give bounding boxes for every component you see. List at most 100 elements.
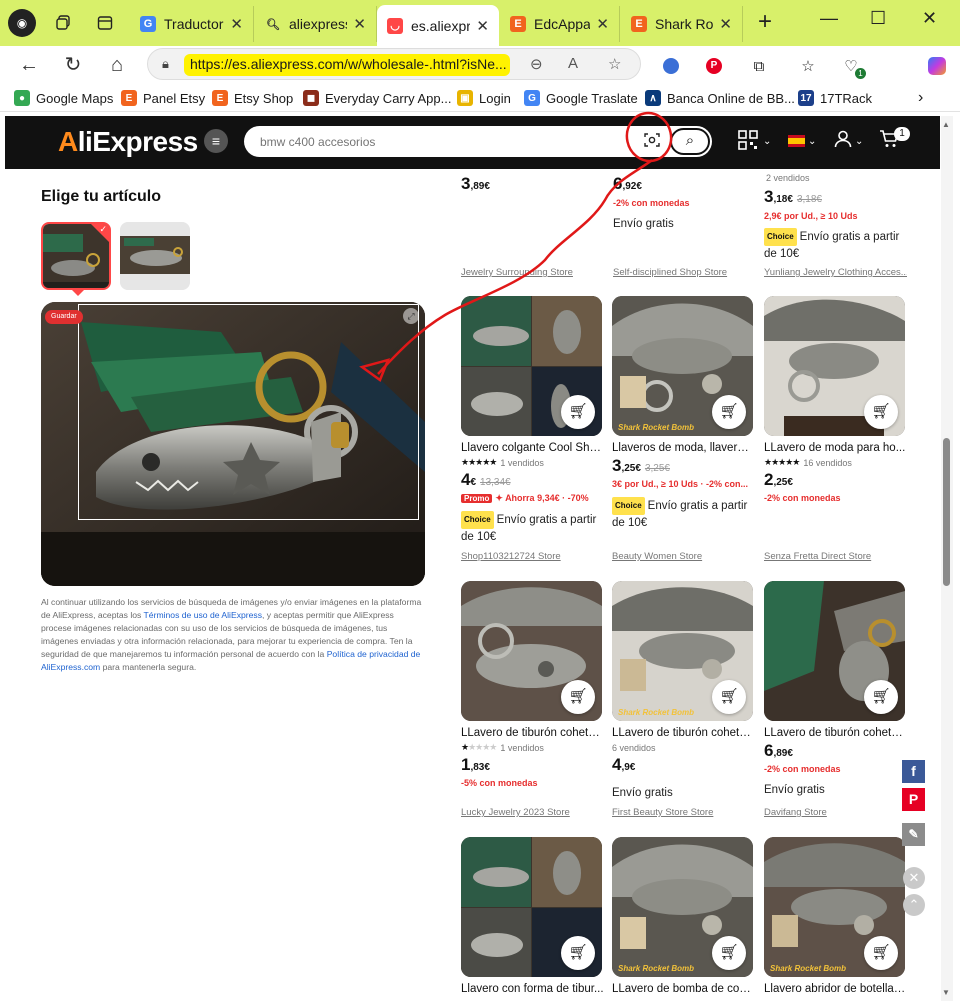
bookmark-google-maps[interactable]: ● Google Maps [14, 88, 113, 108]
product-title[interactable]: LLavero de bomba de cohe... [612, 983, 755, 995]
close-icon[interactable]: ✕ [903, 867, 925, 889]
tab-actions-icon[interactable] [91, 9, 119, 37]
bookmark-17track[interactable]: 17 17TRack [798, 88, 872, 108]
product-image[interactable]: Shark Rocket Bomb 🛒︎ [612, 581, 753, 721]
tab-edcapparat[interactable]: E EdcApparat ✕ [500, 6, 620, 42]
add-to-cart-button[interactable]: 🛒︎ [864, 395, 898, 429]
save-badge[interactable]: Guardar [45, 310, 83, 324]
address-bar[interactable]: 🔒︎ https://es.aliexpress.com/w/wholesale… [147, 48, 641, 80]
extensions-icon[interactable]: ⧉ [748, 55, 770, 77]
add-to-cart-button[interactable]: 🛒︎ [864, 936, 898, 970]
extension-globe-icon[interactable] [660, 55, 682, 77]
scroll-down-icon[interactable]: ▼ [942, 988, 950, 997]
product-image[interactable]: 🛒︎ [764, 581, 905, 721]
profile-avatar[interactable]: ◉ [8, 9, 36, 37]
product-title[interactable]: Llavero con forma de tibur... [461, 983, 604, 995]
close-icon[interactable]: ✕ [353, 15, 366, 33]
close-icon[interactable]: ✕ [596, 15, 609, 33]
product-card[interactable]: Shark Rocket Bomb 🛒︎ LLavero de tiburón … [612, 581, 757, 801]
product-card[interactable]: 🛒︎ Llavero con forma de tibur... [461, 837, 606, 995]
spain-flag-icon[interactable] [788, 135, 805, 147]
add-to-cart-button[interactable]: 🛒︎ [561, 936, 595, 970]
refresh-icon[interactable]: ↻ [60, 53, 86, 79]
product-image[interactable]: 🛒︎ [461, 581, 602, 721]
tab-shark-rock[interactable]: E Shark Rock ✕ [621, 6, 743, 42]
store-link[interactable]: First Beauty Store Store [612, 807, 755, 818]
chevron-down-icon[interactable]: ⌄ [763, 136, 771, 147]
add-to-cart-button[interactable]: 🛒︎ [712, 395, 746, 429]
store-link[interactable]: Jewelry Surrounding Store [461, 267, 604, 278]
close-icon[interactable]: ✕ [476, 17, 489, 35]
pinterest-extension-icon[interactable]: P [703, 55, 725, 77]
chevron-down-icon[interactable]: ⌄ [808, 136, 816, 147]
product-card[interactable]: 🛒︎ Llavero colgante Cool Shar... ★★★★★ 1 … [461, 296, 606, 545]
product-image[interactable]: Shark Rocket Bomb 🛒︎ [612, 296, 753, 436]
product-card[interactable]: 🛒︎ LLavero de tiburón cohete ... ★★★★★ 1 … [461, 581, 606, 790]
product-title[interactable]: Llavero abridor de botellas... [764, 983, 907, 995]
bookmark-login[interactable]: ▣ Login [457, 88, 511, 108]
search-button[interactable]: ⌕ [670, 128, 710, 155]
favorite-star-icon[interactable]: ☆ [608, 55, 621, 73]
product-image[interactable]: Shark Rocket Bomb 🛒︎ [764, 837, 905, 977]
account-icon[interactable] [834, 130, 852, 153]
add-to-cart-button[interactable]: 🛒︎ [561, 680, 595, 714]
qr-code-icon[interactable] [738, 130, 758, 155]
store-link[interactable]: Shop1103212724 Store [461, 551, 604, 562]
chevron-down-icon[interactable]: ⌄ [855, 136, 863, 147]
add-to-cart-button[interactable]: 🛒︎ [712, 680, 746, 714]
close-icon[interactable]: ✕ [719, 15, 732, 33]
uploaded-image-preview[interactable]: Guardar ⤢ [41, 302, 425, 586]
store-link[interactable]: Yunliang Jewelry Clothing Acces... [764, 267, 907, 278]
menu-icon[interactable]: ≡ [204, 129, 228, 153]
item-thumbnail[interactable] [120, 222, 190, 290]
copilot-icon[interactable] [926, 55, 948, 77]
product-card[interactable]: 🛒︎ LLavero de tiburón cohete ... 6,89€ -… [764, 581, 909, 798]
close-window-icon[interactable]: ✕ [922, 8, 937, 29]
scrollbar-thumb[interactable] [943, 438, 950, 586]
product-image[interactable]: 🛒︎ [461, 837, 602, 977]
store-link[interactable]: Davifang Store [764, 807, 907, 818]
bookmark-panel-etsy[interactable]: E Panel Etsy [121, 88, 205, 108]
bookmark-banca-online[interactable]: ∧ Banca Online de BB... [645, 88, 795, 108]
lock-icon[interactable]: 🔒︎ [162, 56, 169, 72]
url-text[interactable]: https://es.aliexpress.com/w/wholesale-.h… [184, 54, 510, 76]
facebook-share-icon[interactable]: f [902, 760, 925, 783]
workspaces-icon[interactable] [50, 9, 78, 37]
back-icon[interactable]: ← [16, 53, 42, 79]
home-icon[interactable]: ⌂ [104, 53, 130, 79]
add-to-cart-button[interactable]: 🛒︎ [864, 680, 898, 714]
bookmark-everyday-carry[interactable]: ◼ Everyday Carry App... [303, 88, 451, 108]
store-link[interactable]: Senza Fretta Direct Store [764, 551, 907, 562]
scroll-up-icon[interactable]: ▲ [942, 120, 950, 129]
product-title[interactable]: Llaveros de moda, llavero ... [612, 442, 755, 454]
product-image[interactable]: 🛒︎ [764, 296, 905, 436]
store-link[interactable]: Self-disciplined Shop Store [613, 267, 756, 278]
add-to-cart-button[interactable]: 🛒︎ [561, 395, 595, 429]
aliexpress-logo[interactable]: AliExpress [58, 126, 198, 158]
crop-selection-box[interactable] [78, 304, 419, 520]
image-search-icon[interactable] [642, 132, 662, 152]
add-to-cart-button[interactable]: 🛒︎ [712, 936, 746, 970]
new-tab-button[interactable]: + [752, 10, 778, 36]
tab-translator[interactable]: G Traductor de ✕ [130, 6, 254, 42]
scroll-top-icon[interactable]: ⌃ [903, 894, 925, 916]
edit-icon[interactable]: ✎ [902, 823, 925, 846]
maximize-icon[interactable]: ☐ [870, 8, 886, 29]
product-title[interactable]: LLavero de tiburón cohete ... [764, 727, 907, 739]
product-title[interactable]: LLavero de tiburón cohete ... [612, 727, 755, 739]
product-title[interactable]: Llavero colgante Cool Shar... [461, 442, 604, 454]
terms-link[interactable]: Términos de uso de AliExpress [144, 610, 262, 620]
product-card[interactable]: 🛒︎ LLavero de moda para ho... ★★★★★ 16 ve… [764, 296, 909, 505]
store-link[interactable]: Lucky Jewelry 2023 Store [461, 807, 604, 818]
read-aloud-icon[interactable]: A [568, 55, 578, 72]
search-input[interactable] [260, 132, 620, 152]
bookmark-etsy-shop[interactable]: E Etsy Shop [212, 88, 293, 108]
browser-essentials-icon[interactable]: ♡ 1 [840, 55, 866, 79]
product-card[interactable]: Shark Rocket Bomb 🛒︎ Llavero abridor de … [764, 837, 909, 995]
product-image[interactable]: 🛒︎ [461, 296, 602, 436]
product-title[interactable]: LLavero de moda para ho... [764, 442, 907, 454]
zoom-icon[interactable]: ⊖ [530, 55, 543, 73]
product-title[interactable]: LLavero de tiburón cohete ... [461, 727, 604, 739]
favorites-icon[interactable]: ☆ [797, 55, 819, 77]
minimize-icon[interactable]: — [820, 8, 838, 29]
